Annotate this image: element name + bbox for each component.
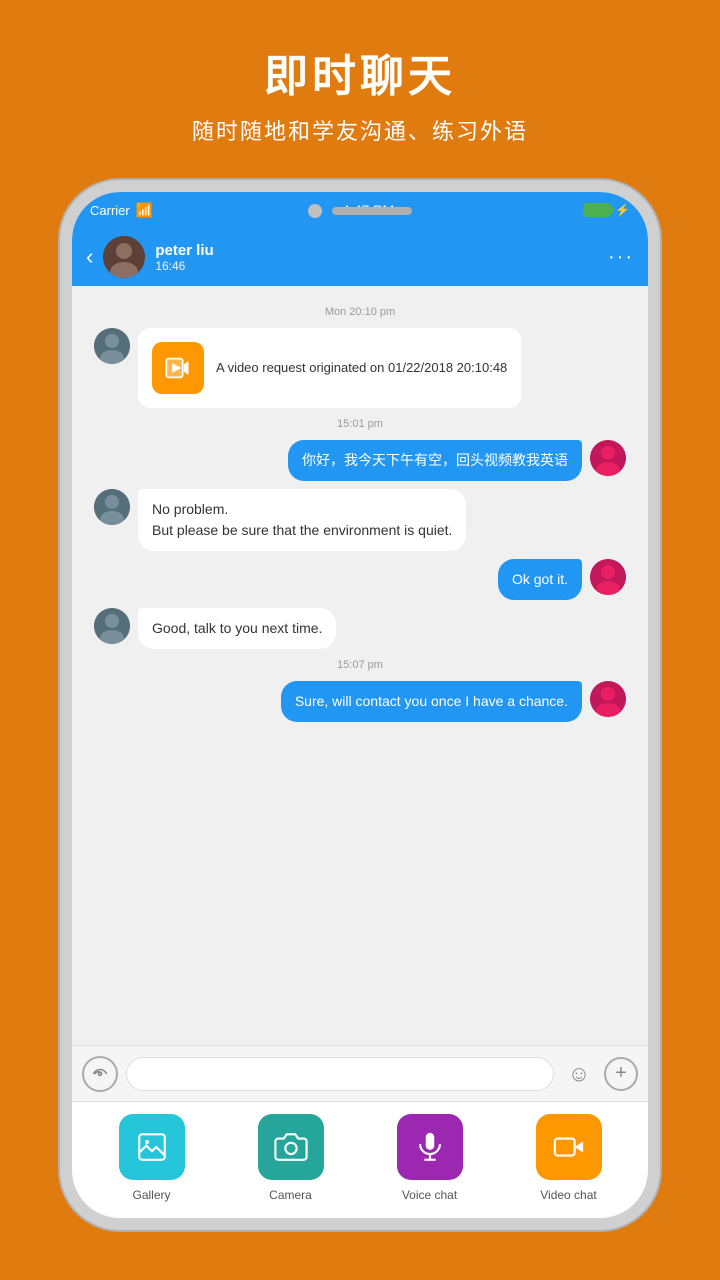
phone-screen: Carrier 📶 4:47 PM ⚡ ‹ xyxy=(72,192,648,1218)
phone-camera xyxy=(308,204,322,218)
phone-mockup: Carrier 📶 4:47 PM ⚡ ‹ xyxy=(60,180,660,1230)
video-request-text: A video request originated on 01/22/2018… xyxy=(216,358,507,378)
status-left: Carrier 📶 xyxy=(90,202,153,219)
message-row: Good, talk to you next time. xyxy=(86,608,634,649)
message-row: Sure, will contact you once I have a cha… xyxy=(86,681,634,722)
timestamp-2: 15:01 pm xyxy=(86,418,634,430)
message-row: No problem.But please be sure that the e… xyxy=(86,489,634,551)
contact-avatar xyxy=(103,236,145,278)
wifi-icon: 📶 xyxy=(136,202,153,219)
back-button[interactable]: ‹ xyxy=(86,244,93,270)
chat-area: Mon 20:10 pm xyxy=(72,286,648,1045)
voice-chat-icon-box xyxy=(397,1114,463,1180)
gallery-button[interactable]: Gallery xyxy=(119,1114,185,1202)
avatar-img xyxy=(94,489,130,525)
message-input[interactable] xyxy=(126,1057,554,1091)
contact-info: peter liu 16:46 xyxy=(155,242,608,273)
bubble-outgoing: 你好，我今天下午有空，回头视频教我英语 xyxy=(288,440,582,481)
nav-bar: ‹ peter liu 16:46 ··· xyxy=(72,228,648,286)
bubble-outgoing: Ok got it. xyxy=(498,559,582,600)
camera-icon-box xyxy=(258,1114,324,1180)
camera-button[interactable]: Camera xyxy=(258,1114,324,1202)
my-avatar xyxy=(590,559,626,595)
input-area: ☺ + xyxy=(72,1045,648,1101)
status-right: ⚡ xyxy=(583,203,630,217)
message-row: Ok got it. xyxy=(86,559,634,600)
message-row: 你好，我今天下午有空，回头视频教我英语 xyxy=(86,440,634,481)
avatar-img xyxy=(94,608,130,644)
video-request-card: A video request originated on 01/22/2018… xyxy=(138,328,521,408)
sender-avatar xyxy=(94,489,130,525)
video-icon-box xyxy=(152,342,204,394)
charging-icon: ⚡ xyxy=(615,203,630,217)
bubble-incoming: No problem.But please be sure that the e… xyxy=(138,489,466,551)
plus-icon: + xyxy=(615,1062,627,1085)
sender-avatar xyxy=(94,608,130,644)
bottom-toolbar: Gallery Camera xyxy=(72,1101,648,1218)
main-subtitle: 随时随地和学友沟通、练习外语 xyxy=(20,114,700,146)
avatar-img xyxy=(94,328,130,364)
timestamp-3: 15:07 pm xyxy=(86,659,634,671)
emoji-button[interactable]: ☺ xyxy=(562,1057,596,1091)
phone-top-notch xyxy=(308,192,412,218)
gallery-label: Gallery xyxy=(132,1188,170,1202)
avatar-img xyxy=(103,236,145,278)
camera-label: Camera xyxy=(269,1188,312,1202)
carrier-label: Carrier xyxy=(90,203,130,218)
add-button[interactable]: + xyxy=(604,1057,638,1091)
video-chat-button[interactable]: Video chat xyxy=(536,1114,602,1202)
camera-icon xyxy=(274,1130,308,1164)
bubble-incoming: Good, talk to you next time. xyxy=(138,608,336,649)
microphone-icon xyxy=(413,1130,447,1164)
voice-chat-button[interactable]: Voice chat xyxy=(397,1114,463,1202)
play-icon xyxy=(164,354,192,382)
gallery-icon xyxy=(135,1130,169,1164)
sender-avatar xyxy=(94,328,130,364)
voice-chat-label: Voice chat xyxy=(402,1188,457,1202)
voice-input-button[interactable] xyxy=(82,1056,118,1092)
avatar-img xyxy=(590,440,626,476)
gallery-icon-box xyxy=(119,1114,185,1180)
voice-wave-icon xyxy=(91,1065,109,1083)
avatar-img xyxy=(590,559,626,595)
top-header: 即时聊天 随时随地和学友沟通、练习外语 xyxy=(0,0,720,176)
main-title: 即时聊天 xyxy=(20,40,700,104)
message-row: A video request originated on 01/22/2018… xyxy=(86,328,634,408)
my-avatar xyxy=(590,440,626,476)
phone-speaker xyxy=(332,207,412,215)
video-chat-icon-box xyxy=(536,1114,602,1180)
bubble-outgoing: Sure, will contact you once I have a cha… xyxy=(281,681,582,722)
more-button[interactable]: ··· xyxy=(608,246,634,269)
timestamp-1: Mon 20:10 pm xyxy=(86,306,634,318)
emoji-icon: ☺ xyxy=(568,1061,590,1087)
battery-icon xyxy=(583,203,611,217)
contact-status: 16:46 xyxy=(155,259,608,273)
contact-name: peter liu xyxy=(155,242,608,259)
video-chat-label: Video chat xyxy=(540,1188,597,1202)
my-avatar xyxy=(590,681,626,717)
video-icon xyxy=(552,1130,586,1164)
avatar-img xyxy=(590,681,626,717)
